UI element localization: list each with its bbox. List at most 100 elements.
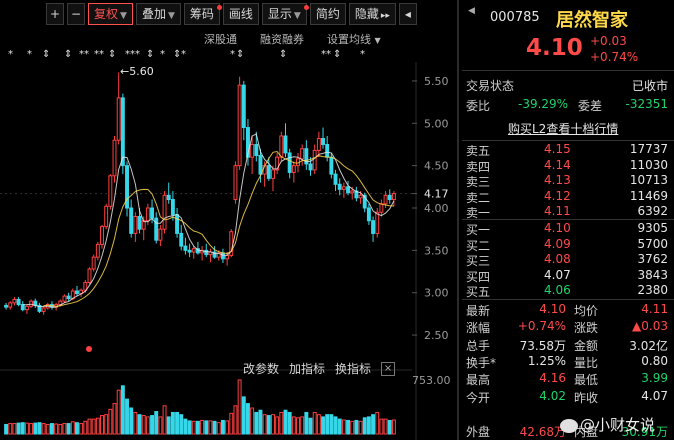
candle-body[interactable] bbox=[321, 138, 325, 145]
event-marker[interactable]: ** bbox=[79, 49, 89, 60]
candle-body[interactable] bbox=[225, 254, 230, 260]
zoom-out-button[interactable]: − bbox=[67, 3, 85, 25]
overlay-button[interactable]: 叠加 ▼ bbox=[135, 3, 181, 25]
candle-body[interactable] bbox=[237, 84, 242, 167]
candle-body[interactable] bbox=[333, 173, 338, 185]
candle-body[interactable] bbox=[266, 165, 271, 179]
ma-settings-link[interactable]: 设置均线 ▼ bbox=[327, 31, 381, 47]
event-marker[interactable]: ** bbox=[321, 49, 331, 60]
candle-body[interactable] bbox=[24, 305, 29, 311]
candle-body[interactable] bbox=[337, 183, 342, 190]
candle-body[interactable] bbox=[287, 152, 292, 173]
candle-body[interactable] bbox=[20, 304, 25, 311]
event-marker[interactable]: ⇕ bbox=[42, 49, 50, 60]
draw-line-button[interactable]: 画线 bbox=[222, 3, 259, 25]
candle-body[interactable] bbox=[166, 194, 171, 201]
display-button[interactable]: 显示 ▼ bbox=[261, 3, 309, 25]
candle-body[interactable] bbox=[66, 295, 71, 300]
candle-body[interactable] bbox=[271, 169, 275, 179]
candle-body[interactable] bbox=[258, 154, 263, 175]
candle-body[interactable] bbox=[375, 211, 380, 234]
candle-body[interactable] bbox=[41, 307, 46, 312]
chips-button[interactable]: 筹码 bbox=[183, 3, 222, 25]
event-dot[interactable] bbox=[86, 346, 92, 352]
close-icon[interactable]: × bbox=[381, 361, 396, 376]
event-marker[interactable]: * bbox=[181, 49, 186, 60]
candle-body[interactable] bbox=[241, 84, 246, 129]
fuquan-button[interactable]: 复权 ▼ bbox=[88, 3, 133, 25]
candle-body[interactable] bbox=[95, 243, 100, 258]
candle-body[interactable] bbox=[350, 190, 355, 194]
candle-body[interactable] bbox=[145, 207, 150, 222]
buy-l2-link[interactable]: 购买L2查看十档行情 bbox=[508, 120, 618, 137]
candle-body[interactable] bbox=[116, 97, 121, 141]
candle-body[interactable] bbox=[75, 290, 79, 295]
candle-body[interactable] bbox=[279, 135, 284, 158]
candle-body[interactable] bbox=[312, 149, 317, 171]
candle-body[interactable] bbox=[391, 193, 396, 201]
candle-body[interactable] bbox=[254, 143, 259, 156]
candle-body[interactable] bbox=[379, 203, 384, 213]
candle-body[interactable] bbox=[129, 207, 134, 234]
candle-body[interactable] bbox=[179, 232, 184, 247]
event-marker[interactable]: ⇕ bbox=[279, 49, 287, 60]
candle-body[interactable] bbox=[150, 207, 155, 219]
candle-body[interactable] bbox=[308, 163, 313, 171]
event-marker[interactable]: ** bbox=[94, 49, 104, 60]
candle-body[interactable] bbox=[120, 97, 125, 167]
candle-body[interactable] bbox=[8, 302, 13, 308]
candle-body[interactable] bbox=[12, 298, 17, 304]
candle-body[interactable] bbox=[183, 245, 188, 251]
candle-body[interactable] bbox=[187, 249, 192, 253]
add-indicator-button[interactable]: 加指标 bbox=[289, 360, 325, 377]
event-marker[interactable]: ⇕ bbox=[146, 49, 154, 60]
event-marker[interactable]: * bbox=[160, 49, 165, 60]
candle-body[interactable] bbox=[4, 304, 9, 308]
candle-body[interactable] bbox=[112, 139, 117, 177]
candle-body[interactable] bbox=[387, 194, 392, 201]
event-marker[interactable]: * bbox=[360, 49, 365, 60]
margin-trading-link[interactable]: 融资融券 bbox=[260, 31, 304, 47]
candle-body[interactable] bbox=[346, 186, 351, 194]
event-marker[interactable]: * bbox=[230, 49, 235, 60]
candle-body[interactable] bbox=[137, 215, 142, 230]
candle-body[interactable] bbox=[341, 186, 346, 190]
shenguting-link[interactable]: 深股通 bbox=[204, 31, 237, 47]
candle-body[interactable] bbox=[233, 165, 238, 201]
simple-mode-button[interactable]: 简约 bbox=[309, 3, 346, 25]
candle-body[interactable] bbox=[62, 295, 67, 302]
candle-body[interactable] bbox=[358, 194, 363, 199]
event-marker[interactable]: *** bbox=[125, 49, 140, 60]
candle-body[interactable] bbox=[316, 138, 321, 151]
event-marker[interactable]: * bbox=[27, 49, 32, 60]
candle-body[interactable] bbox=[371, 220, 376, 234]
candle-body[interactable] bbox=[291, 165, 296, 173]
hide-button[interactable]: 隐藏 ▸▸ bbox=[348, 3, 396, 25]
candle-body[interactable] bbox=[329, 156, 334, 175]
kline-chart[interactable]: 5.50 5.00 4.50 4.174.00 3.50 3.00 2.50 753.00 bbox=[0, 62, 455, 440]
candle-body[interactable] bbox=[158, 228, 163, 241]
candle-body[interactable] bbox=[108, 175, 113, 207]
candle-body[interactable] bbox=[175, 214, 180, 234]
candle-body[interactable] bbox=[162, 194, 167, 230]
candle-body[interactable] bbox=[325, 143, 330, 158]
event-marker[interactable]: ⇕ bbox=[64, 49, 72, 60]
event-marker[interactable]: ⇕ bbox=[236, 49, 244, 60]
candle-body[interactable] bbox=[283, 135, 288, 154]
candle-body[interactable] bbox=[300, 148, 305, 160]
candle-body[interactable] bbox=[87, 268, 92, 284]
candle-body[interactable] bbox=[170, 199, 175, 216]
candle-body[interactable] bbox=[220, 252, 225, 260]
edit-params-button[interactable]: 改参数 bbox=[243, 360, 279, 377]
collapse-panel-button[interactable]: ◂ bbox=[398, 3, 417, 25]
candle-body[interactable] bbox=[383, 194, 388, 205]
event-marker[interactable]: ⇕ bbox=[333, 49, 341, 60]
event-marker[interactable]: ⇕ bbox=[108, 49, 116, 60]
candle-body[interactable] bbox=[16, 298, 21, 306]
switch-indicator-button[interactable]: 换指标 bbox=[335, 360, 371, 377]
back-arrow-icon[interactable]: ◀ bbox=[468, 6, 475, 16]
zoom-in-button[interactable]: + bbox=[46, 3, 64, 25]
event-marker[interactable]: * bbox=[8, 49, 13, 60]
candle-body[interactable] bbox=[191, 248, 196, 253]
candle-body[interactable] bbox=[100, 226, 104, 245]
